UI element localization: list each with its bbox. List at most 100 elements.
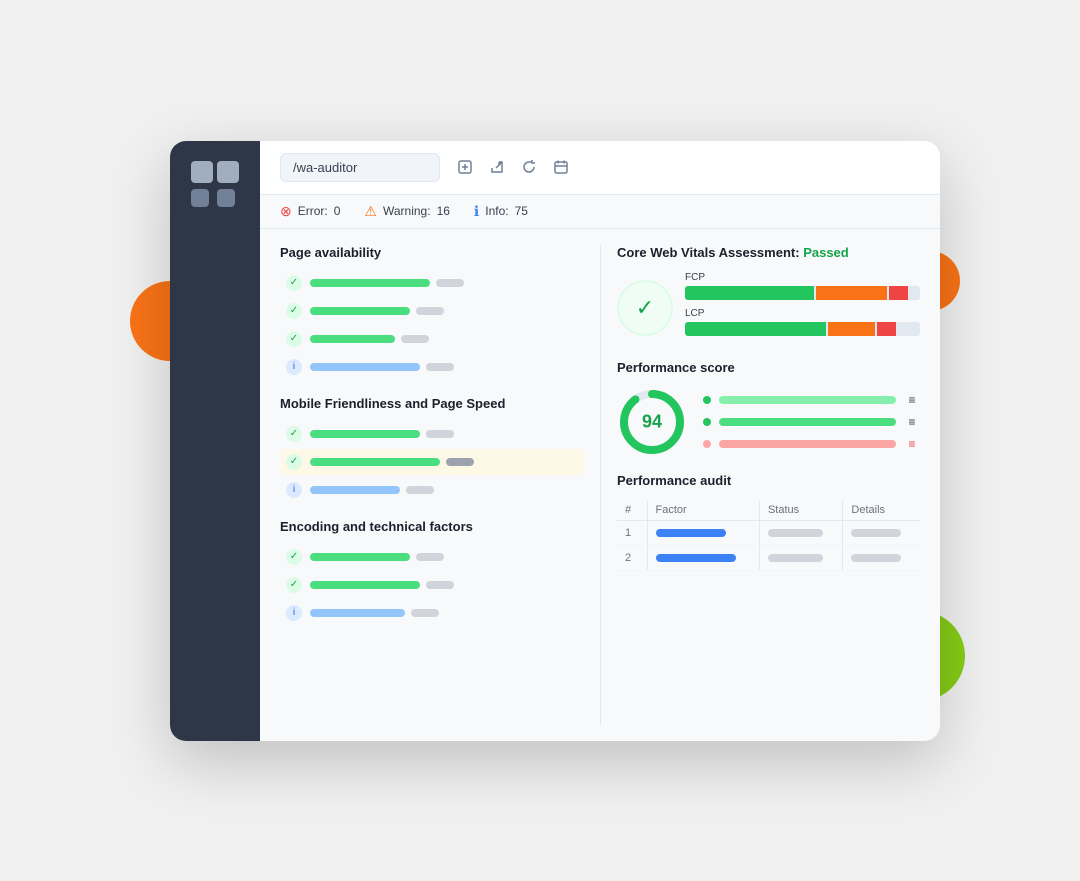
bar-container (310, 363, 578, 371)
bar-container (310, 458, 578, 466)
sidebar-logo (191, 161, 239, 207)
url-input[interactable] (280, 153, 440, 182)
col-details-header: Details (843, 500, 920, 521)
bar-container (310, 581, 578, 589)
bar-side-highlighted (446, 458, 474, 466)
check-item: ✓ (280, 298, 584, 324)
logo-sq-2 (217, 161, 239, 183)
vitals-checkmark: ✓ (617, 280, 673, 336)
row2-factor-bar (656, 554, 736, 562)
bar-container (310, 430, 578, 438)
bar-main (310, 458, 440, 466)
warning-label: Warning: (383, 204, 431, 218)
bar-side (401, 335, 429, 343)
browser-card: ⊗ Error: 0 ⚠ Warning: 16 ℹ Info: 75 (170, 141, 940, 741)
check-item: ✓ (280, 544, 584, 570)
bar-side (426, 363, 454, 371)
status-error: ⊗ Error: 0 (280, 203, 340, 220)
toolbar-icons (456, 158, 570, 176)
bar-main (310, 307, 410, 315)
lcp-red-bar (877, 322, 896, 336)
content-area: Page availability ✓ ✓ (260, 229, 940, 741)
section-page-availability-title: Page availability (280, 245, 584, 260)
check-blue-icon: i (286, 482, 302, 498)
bar-main (310, 486, 400, 494)
lcp-orange-bar (828, 322, 875, 336)
check-item: ✓ (280, 421, 584, 447)
check-green-icon: ✓ (286, 331, 302, 347)
bar-main (310, 430, 420, 438)
status-info: ℹ Info: 75 (474, 203, 528, 220)
bar-side (416, 307, 444, 315)
lcp-bar-track (685, 322, 920, 336)
add-tab-icon[interactable] (456, 158, 474, 176)
warning-value: 16 (437, 204, 450, 218)
bar-main (310, 335, 395, 343)
bar-main (310, 279, 430, 287)
metric-dot-3 (703, 440, 711, 448)
metric-dot-2 (703, 418, 711, 426)
row2-status-bar (768, 554, 823, 562)
row2-status (759, 545, 842, 570)
error-icon: ⊗ (280, 203, 292, 220)
metric-bar-1 (719, 396, 896, 404)
vitals-container: ✓ FCP LCP (617, 272, 920, 344)
main-content: ⊗ Error: 0 ⚠ Warning: 16 ℹ Info: 75 (260, 141, 940, 741)
perf-score-header: Performance score (617, 360, 920, 375)
share-icon[interactable] (488, 158, 506, 176)
col-status-header: Status (759, 500, 842, 521)
info-value: 75 (515, 204, 528, 218)
perf-metrics: ≡ ≡ ≡ (703, 393, 920, 451)
row1-factor-bar (656, 529, 726, 537)
address-bar (260, 141, 940, 195)
status-warning: ⚠ Warning: 16 (364, 203, 450, 220)
status-bar: ⊗ Error: 0 ⚠ Warning: 16 ℹ Info: 75 (260, 195, 940, 229)
fcp-bar-track (685, 286, 920, 300)
metric-icon-2: ≡ (904, 415, 920, 429)
bar-side (426, 430, 454, 438)
check-item: i (280, 477, 584, 503)
performance-score-section: Performance score 94 (617, 360, 920, 457)
refresh-icon[interactable] (520, 158, 538, 176)
bar-main (310, 609, 405, 617)
metric-bar-3 (719, 440, 896, 448)
metric-icon-3: ≡ (904, 437, 920, 451)
bar-main (310, 553, 410, 561)
metric-row-2: ≡ (703, 415, 920, 429)
fcp-orange-bar (816, 286, 887, 300)
bar-container (310, 279, 578, 287)
bar-side (426, 581, 454, 589)
fcp-green-bar (685, 286, 814, 300)
info-icon: ℹ (474, 203, 479, 220)
check-item: ✓ (280, 326, 584, 352)
info-label: Info: (485, 204, 508, 218)
check-item: ✓ (280, 572, 584, 598)
check-green-icon: ✓ (286, 275, 302, 291)
logo-sq-4 (217, 189, 235, 207)
core-vitals-header: Core Web Vitals Assessment: Passed (617, 245, 920, 260)
metric-bar-2 (719, 418, 896, 426)
row1-details-bar (851, 529, 901, 537)
check-green-icon: ✓ (286, 577, 302, 593)
fcp-red-bar (889, 286, 908, 300)
metric-icon-1: ≡ (904, 393, 920, 407)
error-label: Error: (298, 204, 328, 218)
right-panel: Core Web Vitals Assessment: Passed ✓ FCP (600, 245, 920, 725)
audit-table: # Factor Status Details 1 (617, 500, 920, 571)
bar-side (411, 609, 439, 617)
check-item-highlighted: ✓ (280, 449, 584, 475)
bar-side (416, 553, 444, 561)
row1-num: 1 (617, 520, 647, 545)
section-mobile-title: Mobile Friendliness and Page Speed (280, 396, 584, 411)
check-item: i (280, 354, 584, 380)
table-row: 2 (617, 545, 920, 570)
check-item: ✓ (280, 270, 584, 296)
col-factor-header: Factor (647, 500, 759, 521)
logo-sq-3 (191, 189, 209, 207)
row1-details (843, 520, 920, 545)
metric-dot-1 (703, 396, 711, 404)
audit-header: Performance audit (617, 473, 920, 488)
schedule-icon[interactable] (552, 158, 570, 176)
fcp-row: FCP (685, 272, 920, 300)
app-wrapper: ⊗ Error: 0 ⚠ Warning: 16 ℹ Info: 75 (110, 81, 970, 801)
